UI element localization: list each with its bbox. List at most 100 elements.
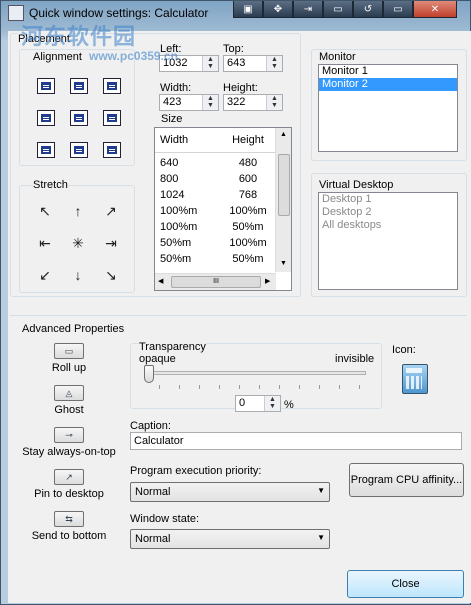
transparency-slider-track[interactable] xyxy=(148,371,366,375)
list-item[interactable]: Monitor 1 xyxy=(319,65,457,78)
transparency-spin-arrows-icon[interactable]: ▲ ▼ xyxy=(264,396,280,411)
caption-input[interactable]: Calculator xyxy=(130,432,462,450)
virtual-desktop-list[interactable]: Desktop 1 Desktop 2 All desktops xyxy=(318,192,458,290)
advanced-label: Advanced Properties xyxy=(22,323,125,335)
table-cell: 640 xyxy=(160,157,179,169)
priority-select[interactable]: Normal ▼ xyxy=(130,482,330,502)
table-cell: 100%m xyxy=(160,205,198,217)
table-row[interactable]: 1024 768 xyxy=(155,187,277,203)
list-item-selected[interactable]: Monitor 2 xyxy=(319,78,457,91)
stretch-down-icon[interactable]: ↓ xyxy=(68,265,88,285)
calculator-keys xyxy=(406,376,422,389)
title-button-bar: ▣ ✥ ⇥ ▭ ↺ ▭ ✕ xyxy=(233,1,457,19)
close-window-button[interactable]: ✕ xyxy=(413,1,457,18)
window-state-select[interactable]: Normal ▼ xyxy=(130,529,330,549)
title-button-3[interactable]: ⇥ xyxy=(293,1,323,18)
table-cell: 1024 xyxy=(160,189,185,201)
transparency-slider-thumb[interactable] xyxy=(144,365,154,383)
width-spin-arrows-icon[interactable]: ▲ ▼ xyxy=(202,95,218,110)
table-cell: 50%m xyxy=(160,253,192,265)
stretch-top-left-icon[interactable]: ↖ xyxy=(35,201,55,221)
size-table-hscrollbar[interactable]: ◀ III ▶ xyxy=(155,273,276,290)
stretch-top-right-icon[interactable]: ↗ xyxy=(101,201,121,221)
align-bottom-left-button[interactable] xyxy=(37,142,55,158)
align-center-button[interactable] xyxy=(70,110,88,126)
list-item[interactable]: Desktop 2 xyxy=(319,206,457,219)
scroll-up-icon[interactable]: ▲ xyxy=(280,131,287,138)
table-cell: 100%m xyxy=(229,205,267,217)
title-button-2[interactable]: ✥ xyxy=(263,1,293,18)
monitor-list[interactable]: Monitor 1 Monitor 2 xyxy=(318,64,458,152)
align-top-center-button[interactable] xyxy=(70,78,88,94)
size-table[interactable]: Width Height 640 480 800 600 1024 768 100%m… xyxy=(154,127,292,291)
align-top-left-button[interactable] xyxy=(37,78,55,94)
vscroll-thumb[interactable] xyxy=(278,154,290,216)
align-middle-right-button[interactable] xyxy=(103,110,121,126)
ghost-button[interactable]: ◬ xyxy=(54,385,84,401)
align-top-right-button[interactable] xyxy=(103,78,121,94)
caption-label: Caption: xyxy=(130,420,171,432)
align-bottom-right-button[interactable] xyxy=(103,142,121,158)
stretch-up-icon[interactable]: ↑ xyxy=(68,201,88,221)
stretch-right-icon[interactable]: ⇥ xyxy=(101,233,121,253)
size-table-height-header[interactable]: Height xyxy=(219,128,277,152)
priority-value: Normal xyxy=(135,486,171,498)
cpu-affinity-button[interactable]: Program CPU affinity... xyxy=(349,463,464,497)
stretch-label: Stretch xyxy=(33,179,68,191)
rollup-icon: ▭ xyxy=(64,346,74,356)
size-table-width-header[interactable]: Width xyxy=(155,128,219,152)
top-spin-arrows-icon[interactable]: ▲ ▼ xyxy=(266,56,282,71)
monitor-label: Monitor xyxy=(319,51,356,63)
pin-to-desktop-button[interactable]: ↗ xyxy=(54,469,84,485)
top-spinner[interactable]: 643 ▲ ▼ xyxy=(223,55,283,72)
ghost-icon: ◬ xyxy=(65,388,73,398)
table-cell: 768 xyxy=(238,189,258,201)
virtual-desktop-label: Virtual Desktop xyxy=(319,179,394,191)
width-spinner[interactable]: 423 ▲ ▼ xyxy=(159,94,219,111)
rollup-button[interactable]: ▭ xyxy=(54,343,84,359)
title-button-4[interactable]: ▭ xyxy=(323,1,353,18)
close-button[interactable]: Close xyxy=(347,570,464,598)
transparency-spinner[interactable]: 0 ▲ ▼ xyxy=(235,395,281,412)
size-table-vscrollbar[interactable]: ▲ ▼ xyxy=(275,128,291,272)
calculator-icon[interactable] xyxy=(402,364,428,394)
height-spinner[interactable]: 322 ▲ ▼ xyxy=(223,94,283,111)
stretch-bottom-left-icon[interactable]: ↙ xyxy=(35,265,55,285)
top-value: 643 xyxy=(227,57,246,69)
stretch-left-icon[interactable]: ⇤ xyxy=(35,233,55,253)
height-spin-arrows-icon[interactable]: ▲ ▼ xyxy=(266,95,282,110)
transparency-label: Transparency xyxy=(139,341,206,353)
title-button-5[interactable]: ↺ xyxy=(353,1,383,18)
stay-on-top-button[interactable]: ⊸ xyxy=(54,427,84,443)
title-button-1[interactable]: ▣ xyxy=(233,1,263,18)
stretch-bottom-right-icon[interactable]: ↘ xyxy=(101,265,121,285)
align-middle-left-button[interactable] xyxy=(37,110,55,126)
table-row[interactable]: 100%m 50%m xyxy=(155,219,277,235)
opaque-label: opaque xyxy=(139,353,176,365)
send-to-bottom-button[interactable]: ⇆ xyxy=(54,511,84,527)
window-state-value: Normal xyxy=(135,533,171,545)
left-spin-arrows-icon[interactable]: ▲ ▼ xyxy=(202,56,218,71)
transparency-slider-ticks xyxy=(159,385,366,389)
title-button-6[interactable]: ▭ xyxy=(383,1,413,18)
hscroll-thumb[interactable]: III xyxy=(171,276,261,288)
pushpin-icon: ↗ xyxy=(65,472,73,482)
table-row[interactable]: 640 480 xyxy=(155,155,277,171)
invisible-label: invisible xyxy=(335,353,375,365)
stretch-all-icon[interactable]: ✳ xyxy=(68,233,88,253)
table-row[interactable]: 50%m 50%m xyxy=(155,251,277,267)
list-item[interactable]: Desktop 1 xyxy=(319,193,457,206)
table-row[interactable]: 800 600 xyxy=(155,171,277,187)
table-row[interactable]: 100%m 100%m xyxy=(155,203,277,219)
size-table-header: Width Height xyxy=(155,128,277,153)
scroll-down-icon[interactable]: ▼ xyxy=(280,260,287,267)
table-cell: 800 xyxy=(160,173,179,185)
list-item[interactable]: All desktops xyxy=(319,219,457,232)
table-row[interactable]: 50%m 100%m xyxy=(155,235,277,251)
height-label: Height: xyxy=(223,82,258,94)
scroll-left-icon[interactable]: ◀ xyxy=(158,277,163,285)
table-cell: 50%m xyxy=(160,237,192,249)
scroll-right-icon[interactable]: ▶ xyxy=(265,277,270,285)
ghost-label: Ghost xyxy=(54,404,84,416)
align-bottom-center-button[interactable] xyxy=(70,142,88,158)
